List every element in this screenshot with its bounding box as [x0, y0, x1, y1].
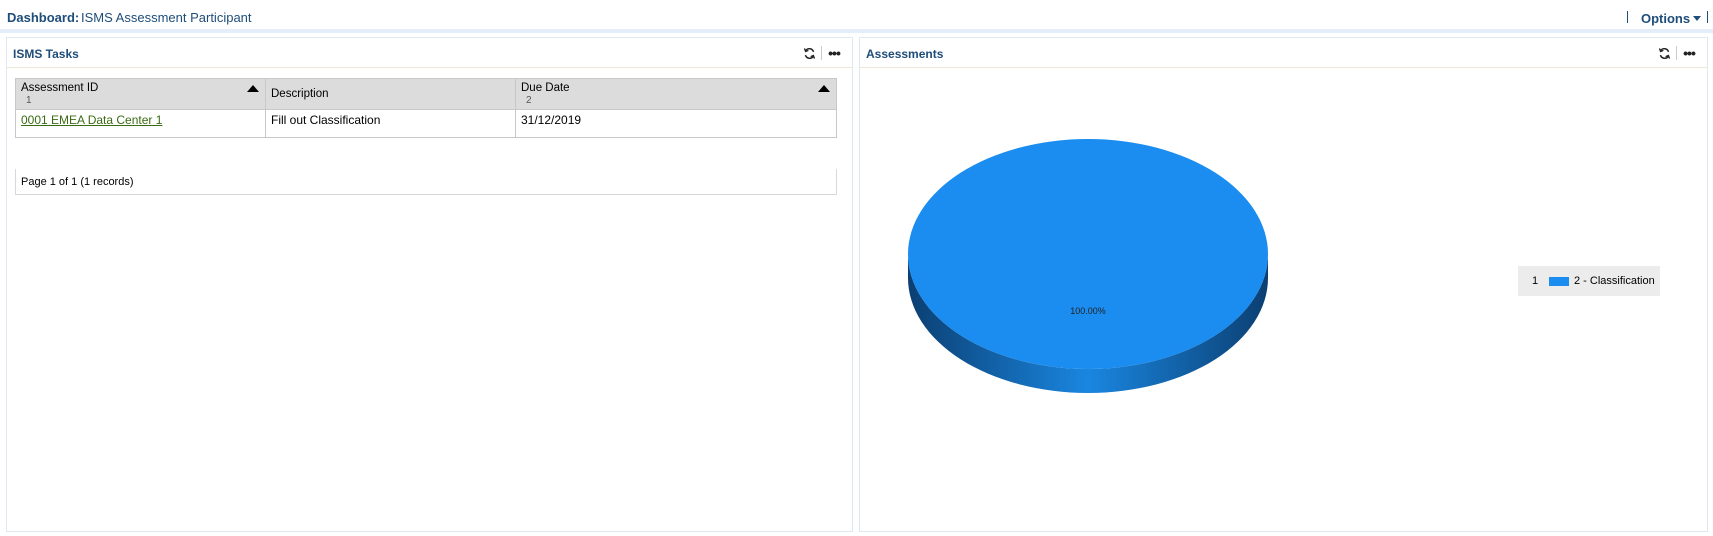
pager-status: Page 1 of 1 (1 records) — [15, 169, 837, 195]
divider — [1676, 46, 1677, 60]
pie-slice-top[interactable] — [908, 139, 1268, 369]
assessments-panel: Assessments ••• 100.00% 1 2 - Classifica… — [859, 37, 1708, 532]
dashboard-name: ISMS Assessment Participant — [81, 10, 252, 25]
column-label: Due Date — [521, 82, 570, 94]
column-label: Description — [271, 88, 329, 100]
column-header-assessment-id[interactable]: Assessment ID 1 — [15, 78, 266, 110]
chevron-down-icon — [1693, 16, 1702, 21]
chart-legend: 1 2 - Classification — [1518, 266, 1660, 296]
assessments-pie-chart: 100.00% — [908, 139, 1268, 393]
more-options-icon[interactable]: ••• — [826, 45, 842, 61]
column-header-description[interactable]: Description — [265, 78, 516, 110]
panel-tools: ••• — [801, 45, 842, 61]
table-header-row: Assessment ID 1 Description Due Date 2 — [15, 78, 837, 110]
legend-index: 1 — [1532, 275, 1539, 287]
divider — [1627, 11, 1628, 23]
legend-swatch — [1549, 276, 1569, 286]
more-options-icon[interactable]: ••• — [1681, 45, 1697, 61]
divider — [821, 46, 822, 60]
isms-tasks-panel: ISMS Tasks ••• Assessment ID 1 Descripti… — [6, 37, 853, 532]
sort-ascending-icon[interactable] — [247, 85, 259, 92]
tasks-table: Assessment ID 1 Description Due Date 2 0… — [15, 78, 837, 138]
options-label: Options — [1641, 11, 1691, 26]
refresh-icon[interactable] — [801, 45, 817, 61]
column-header-due-date[interactable]: Due Date 2 — [515, 78, 837, 110]
cell-assessment-id: 0001 EMEA Data Center 1 — [15, 109, 266, 138]
table-row: 0001 EMEA Data Center 1 Fill out Classif… — [15, 109, 837, 138]
cell-description: Fill out Classification — [265, 109, 516, 138]
assessment-link[interactable]: 0001 EMEA Data Center 1 — [21, 113, 162, 127]
pie-slices — [908, 139, 1268, 393]
legend-label[interactable]: 2 - Classification — [1574, 275, 1655, 287]
dashboard-label: Dashboard: — [7, 10, 80, 25]
panel-title: ISMS Tasks — [13, 47, 79, 61]
divider — [1707, 11, 1708, 23]
panel-header: Assessments ••• — [860, 38, 1707, 68]
cell-due-date: 31/12/2019 — [515, 109, 837, 138]
panel-tools: ••• — [1656, 45, 1697, 61]
panel-header: ISMS Tasks ••• — [7, 38, 852, 68]
sort-ascending-icon[interactable] — [818, 85, 830, 92]
sort-order-badge: 2 — [526, 95, 532, 106]
sort-order-badge: 1 — [26, 95, 32, 106]
dashboard-header: Dashboard: ISMS Assessment Participant O… — [0, 0, 1713, 33]
slice-percent-label: 100.00% — [1070, 306, 1106, 316]
options-menu-button[interactable]: Options — [1641, 11, 1702, 26]
panel-title: Assessments — [866, 47, 944, 61]
column-label: Assessment ID — [21, 82, 99, 94]
refresh-icon[interactable] — [1656, 45, 1672, 61]
